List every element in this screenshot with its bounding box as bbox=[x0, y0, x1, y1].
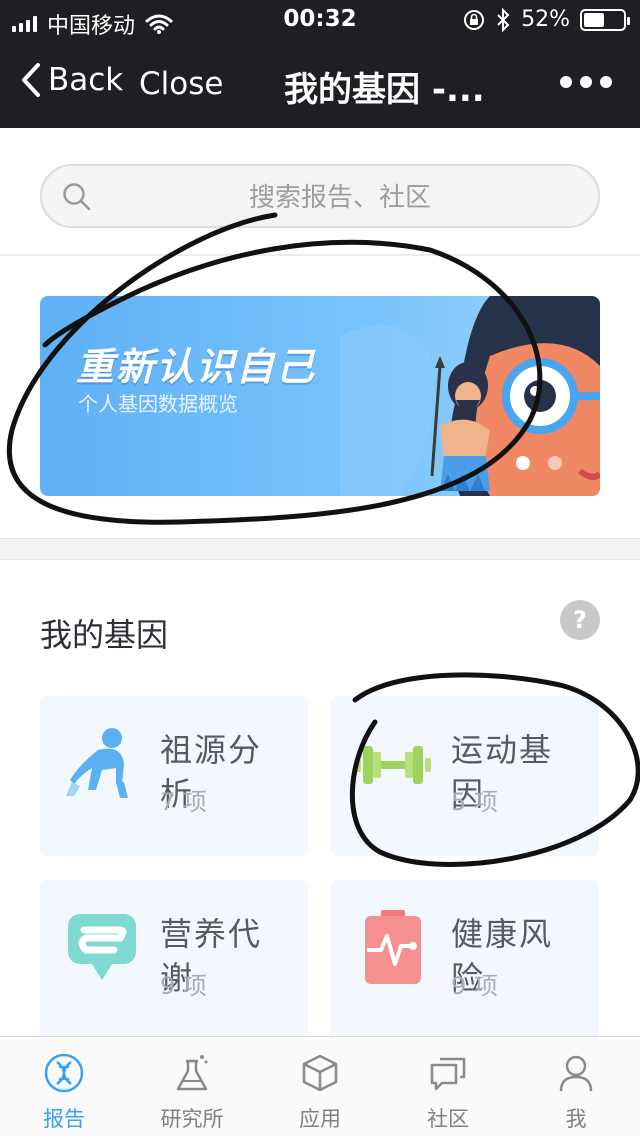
section-divider bbox=[0, 538, 640, 560]
card-count: 9 项 bbox=[160, 972, 207, 1000]
tab-label: 报告 bbox=[43, 1107, 85, 1131]
status-right: 52% bbox=[463, 7, 630, 32]
dumbbell-icon bbox=[355, 746, 431, 784]
rotation-lock-icon bbox=[464, 9, 485, 30]
pagination-dot-active[interactable] bbox=[516, 456, 530, 470]
card-nutrition[interactable]: 营养代谢 9 项 bbox=[40, 880, 308, 1036]
tab-community[interactable]: 社区 bbox=[384, 1037, 512, 1136]
battery-icon bbox=[580, 8, 630, 31]
monkey-icon bbox=[66, 728, 128, 798]
dna-icon bbox=[44, 1053, 84, 1093]
tab-bar: 报告 研究所 应用 社区 我 bbox=[0, 1036, 640, 1136]
cube-icon bbox=[302, 1054, 338, 1092]
tab-me[interactable]: 我 bbox=[512, 1037, 640, 1136]
banner-pagination bbox=[516, 456, 562, 470]
banner-subtitle: 个人基因数据概览 bbox=[78, 392, 238, 416]
intestine-icon bbox=[68, 914, 136, 980]
chevron-left-icon bbox=[22, 63, 40, 97]
search-icon bbox=[63, 183, 91, 211]
search-section bbox=[0, 128, 640, 256]
card-ancestry[interactable]: 祖源分析 7 项 bbox=[40, 696, 308, 856]
tab-report[interactable]: 报告 bbox=[0, 1037, 128, 1136]
my-genes-section: 我的基因 ? 祖源分析 7 项 运动基因 5 项 营养代谢 9 项 健康风险 9… bbox=[0, 560, 640, 1036]
pagination-dot[interactable] bbox=[548, 456, 562, 470]
promo-banner[interactable]: 重新认识自己 个人基因数据概览 bbox=[40, 296, 600, 496]
tab-label: 应用 bbox=[299, 1107, 341, 1131]
tab-label: 研究所 bbox=[160, 1107, 224, 1131]
chat-icon bbox=[430, 1057, 466, 1091]
banner-title: 重新认识自己 bbox=[76, 345, 317, 389]
bluetooth-icon bbox=[497, 7, 510, 32]
tab-apps[interactable]: 应用 bbox=[256, 1037, 384, 1136]
person-icon bbox=[559, 1055, 593, 1092]
more-dots-icon[interactable] bbox=[560, 76, 612, 88]
back-label: Back bbox=[48, 62, 124, 98]
section-title: 我的基因 bbox=[40, 616, 169, 654]
search-bar[interactable] bbox=[40, 164, 600, 228]
card-count: 7 项 bbox=[160, 788, 207, 816]
card-health-risk[interactable]: 健康风险 9 项 bbox=[331, 880, 599, 1036]
banner-section: 重新认识自己 个人基因数据概览 bbox=[0, 258, 640, 538]
page-title: 我的基因 -... bbox=[284, 70, 485, 110]
back-button[interactable]: Back bbox=[20, 62, 123, 98]
tab-label: 社区 bbox=[427, 1107, 469, 1131]
status-bar: 中国移动 00:32 52% bbox=[0, 0, 640, 40]
heartbeat-clipboard-icon bbox=[365, 910, 421, 984]
tab-institute[interactable]: 研究所 bbox=[128, 1037, 256, 1136]
card-sports[interactable]: 运动基因 5 项 bbox=[331, 696, 599, 856]
help-button[interactable]: ? bbox=[560, 600, 600, 640]
card-count: 9 项 bbox=[451, 972, 498, 1000]
battery-percent: 52% bbox=[521, 7, 570, 32]
nav-bar: Back Close 我的基因 -... bbox=[0, 40, 640, 128]
tab-label: 我 bbox=[565, 1107, 587, 1131]
close-button[interactable]: Close bbox=[139, 66, 223, 102]
search-input[interactable] bbox=[102, 178, 578, 218]
flask-icon bbox=[176, 1055, 208, 1091]
card-count: 5 项 bbox=[451, 788, 498, 816]
